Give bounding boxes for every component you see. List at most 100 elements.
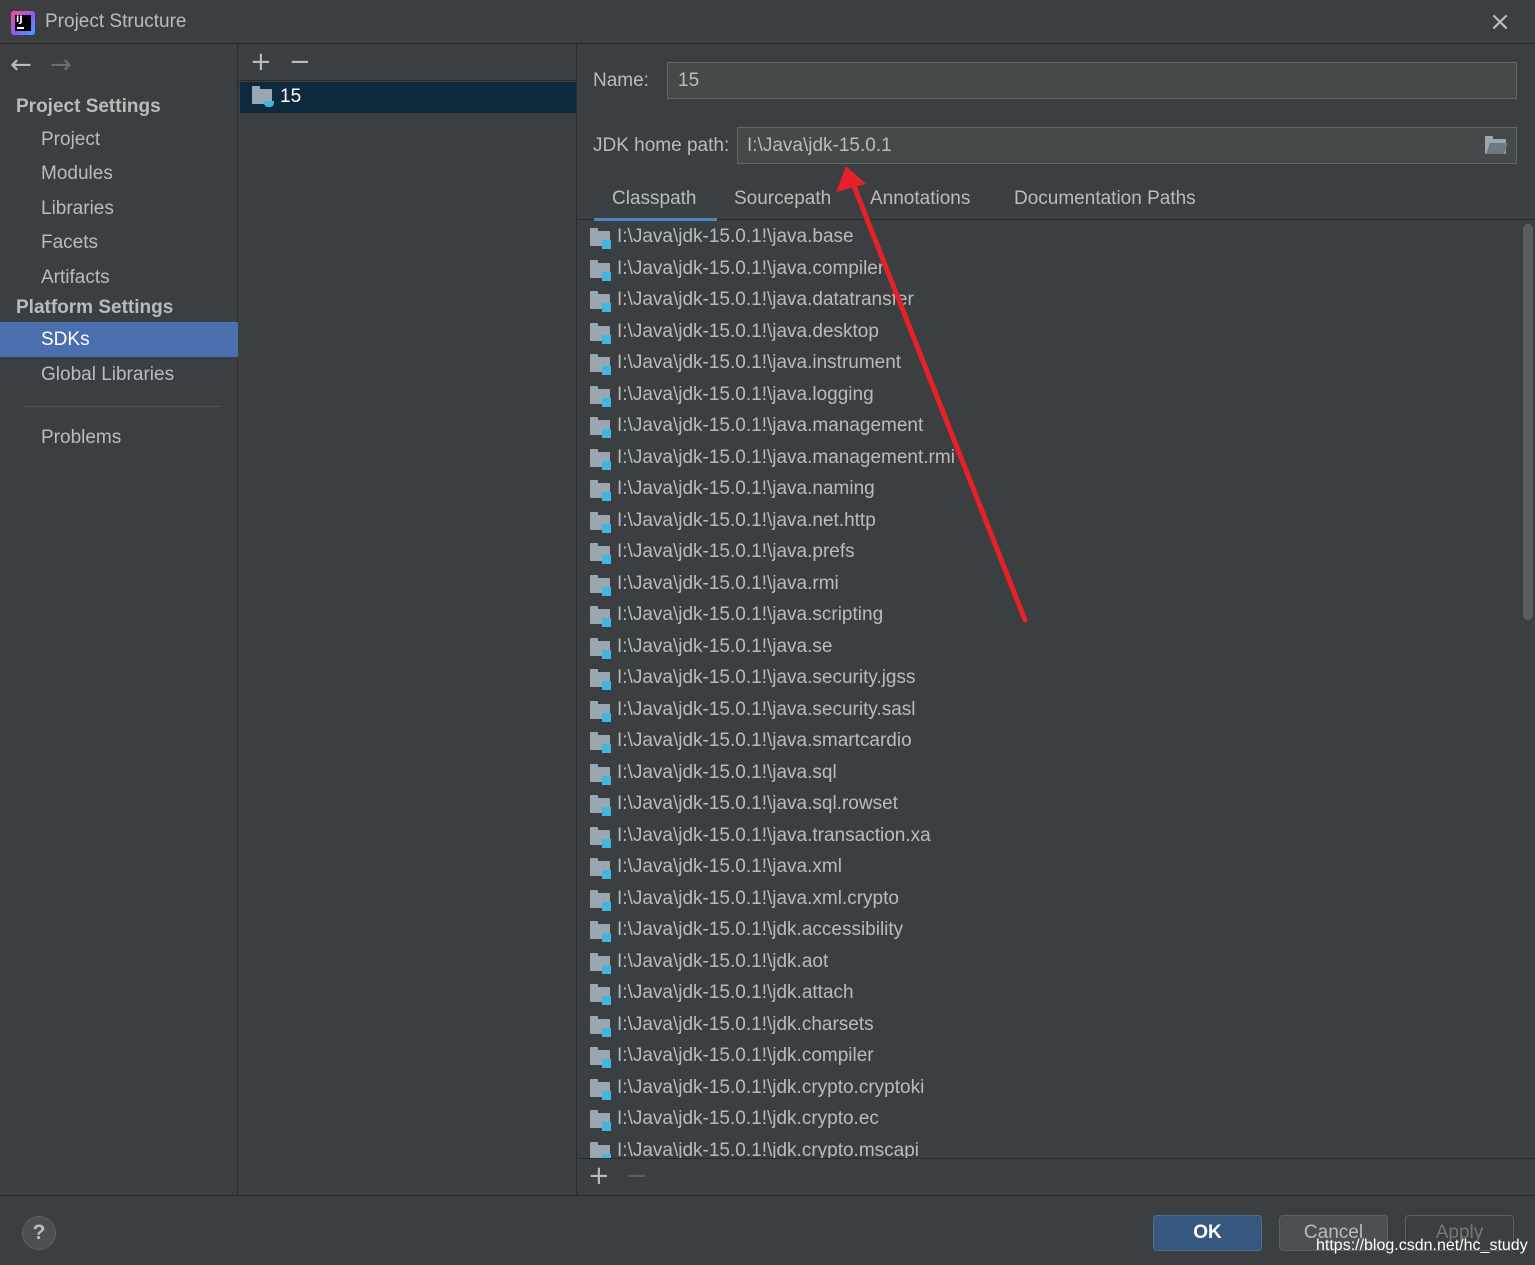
add-sdk-button[interactable]: +	[250, 48, 272, 76]
watermark-text: https://blog.csdn.net/hc_study	[1316, 1237, 1528, 1254]
title-bar: IJ Project Structure ×	[0, 0, 1535, 44]
toolbar-divider	[239, 80, 577, 81]
folder-icon	[590, 228, 611, 249]
classpath-entry[interactable]: I:\Java\jdk-15.0.1!\java.base	[578, 222, 1518, 253]
sidebar-item-modules[interactable]: Modules	[0, 156, 238, 191]
classpath-entry[interactable]: I:\Java\jdk-15.0.1!\java.net.http	[578, 506, 1518, 537]
dialog-footer: ? OK Cancel Apply https://blog.csdn.net/…	[0, 1195, 1535, 1265]
folder-icon	[590, 637, 611, 659]
folder-icon	[590, 543, 611, 564]
classpath-entry-label: I:\Java\jdk-15.0.1!\java.logging	[617, 383, 874, 405]
sidebar-item-global-libraries[interactable]: Global Libraries	[0, 357, 238, 392]
sidebar: ← → Project Settings Project Modules Lib…	[0, 44, 238, 1195]
classpath-entry-label: I:\Java\jdk-15.0.1!\java.sql.rowset	[617, 793, 898, 814]
sdk-detail-panel: Name: 15 JDK home path: I:\Java\jdk-15.0…	[578, 44, 1535, 1195]
name-label: Name:	[593, 70, 649, 91]
folder-icon	[590, 259, 611, 281]
tab-bar: Classpath Sourcepath Annotations Documen…	[578, 180, 1535, 221]
classpath-entry[interactable]: I:\Java\jdk-15.0.1!\java.instrument	[578, 348, 1518, 379]
classpath-entry[interactable]: I:\Java\jdk-15.0.1!\java.prefs	[578, 537, 1518, 568]
classpath-entry[interactable]: I:\Java\jdk-15.0.1!\java.scripting	[578, 600, 1518, 631]
classpath-entry-label: I:\Java\jdk-15.0.1!\jdk.accessibility	[617, 919, 904, 940]
classpath-entry[interactable]: I:\Java\jdk-15.0.1!\java.se	[578, 632, 1518, 663]
classpath-entry[interactable]: I:\Java\jdk-15.0.1!\jdk.accessibility	[578, 915, 1518, 946]
folder-icon	[590, 480, 611, 501]
jdk-folder-icon	[252, 86, 274, 107]
sidebar-divider	[24, 406, 222, 407]
classpath-entry[interactable]: I:\Java\jdk-15.0.1!\jdk.crypto.mscapi	[578, 1136, 1518, 1158]
classpath-entry[interactable]: I:\Java\jdk-15.0.1!\java.xml	[578, 852, 1518, 883]
sdk-list-item[interactable]: 15	[240, 82, 576, 113]
classpath-entry[interactable]: I:\Java\jdk-15.0.1!\java.desktop	[578, 317, 1518, 348]
classpath-entry-label: I:\Java\jdk-15.0.1!\java.base	[617, 226, 854, 247]
folder-icon	[590, 1110, 611, 1131]
classpath-entry-label: I:\Java\jdk-15.0.1!\java.rmi	[617, 572, 839, 594]
help-button[interactable]: ?	[22, 1216, 56, 1250]
folder-icon	[590, 448, 611, 470]
tab-sourcepath[interactable]: Sourcepath	[734, 188, 831, 218]
remove-classpath-button[interactable]: −	[626, 1162, 648, 1190]
classpath-entry[interactable]: I:\Java\jdk-15.0.1!\java.logging	[578, 380, 1518, 411]
sidebar-item-sdks[interactable]: SDKs	[0, 322, 238, 357]
folder-icon	[590, 700, 611, 722]
classpath-entry[interactable]: I:\Java\jdk-15.0.1!\jdk.aot	[578, 947, 1518, 978]
classpath-entry[interactable]: I:\Java\jdk-15.0.1!\jdk.compiler	[578, 1041, 1518, 1072]
sidebar-item-project[interactable]: Project	[0, 122, 238, 157]
classpath-entry-label: I:\Java\jdk-15.0.1!\java.transaction.xa	[617, 824, 931, 846]
classpath-entry-label: I:\Java\jdk-15.0.1!\java.instrument	[617, 352, 902, 373]
classpath-entry-label: I:\Java\jdk-15.0.1!\java.desktop	[617, 320, 879, 342]
classpath-entry-label: I:\Java\jdk-15.0.1!\jdk.crypto.cryptoki	[617, 1076, 925, 1098]
classpath-entry-label: I:\Java\jdk-15.0.1!\java.xml	[617, 856, 842, 877]
classpath-entry[interactable]: I:\Java\jdk-15.0.1!\java.sql.rowset	[578, 789, 1518, 820]
classpath-entry[interactable]: I:\Java\jdk-15.0.1!\java.management.rmi	[578, 443, 1518, 474]
classpath-scrollbar[interactable]	[1523, 224, 1533, 620]
name-input[interactable]: 15	[667, 62, 1517, 99]
classpath-entry-label: I:\Java\jdk-15.0.1!\java.prefs	[617, 541, 855, 562]
classpath-entry[interactable]: I:\Java\jdk-15.0.1!\jdk.charsets	[578, 1010, 1518, 1041]
tab-documentation-paths[interactable]: Documentation Paths	[1014, 188, 1196, 218]
folder-icon	[590, 606, 611, 627]
classpath-entry[interactable]: I:\Java\jdk-15.0.1!\java.sql	[578, 758, 1518, 789]
close-icon[interactable]: ×	[1487, 9, 1513, 35]
folder-icon	[590, 385, 611, 407]
sidebar-item-libraries[interactable]: Libraries	[0, 191, 238, 226]
folder-icon	[590, 574, 611, 596]
classpath-entry-label: I:\Java\jdk-15.0.1!\java.smartcardio	[617, 730, 912, 751]
back-arrow-icon[interactable]: ←	[10, 52, 32, 78]
classpath-entry[interactable]: I:\Java\jdk-15.0.1!\jdk.attach	[578, 978, 1518, 1009]
sidebar-item-problems[interactable]: Problems	[0, 420, 238, 455]
classpath-entry[interactable]: I:\Java\jdk-15.0.1!\java.rmi	[578, 569, 1518, 600]
forward-arrow-icon[interactable]: →	[50, 52, 72, 78]
classpath-entry[interactable]: I:\Java\jdk-15.0.1!\java.management	[578, 411, 1518, 442]
tab-annotations[interactable]: Annotations	[870, 188, 970, 218]
classpath-entry-label: I:\Java\jdk-15.0.1!\java.security.jgss	[617, 667, 916, 688]
classpath-list[interactable]: I:\Java\jdk-15.0.1!\java.base I:\Java\jdk…	[578, 221, 1522, 1158]
sidebar-item-artifacts[interactable]: Artifacts	[0, 260, 238, 295]
classpath-entry-label: I:\Java\jdk-15.0.1!\java.compiler	[617, 257, 885, 279]
sidebar-item-facets[interactable]: Facets	[0, 225, 238, 260]
classpath-entry[interactable]: I:\Java\jdk-15.0.1!\jdk.crypto.cryptoki	[578, 1073, 1518, 1104]
classpath-entry[interactable]: I:\Java\jdk-15.0.1!\java.security.sasl	[578, 695, 1518, 726]
classpath-entry[interactable]: I:\Java\jdk-15.0.1!\java.smartcardio	[578, 726, 1518, 757]
classpath-entry-label: I:\Java\jdk-15.0.1!\java.scripting	[617, 604, 884, 625]
folder-icon	[590, 511, 611, 533]
classpath-entry-label: I:\Java\jdk-15.0.1!\jdk.aot	[617, 950, 829, 972]
folder-icon	[590, 322, 611, 344]
classpath-entry[interactable]: I:\Java\jdk-15.0.1!\java.transaction.xa	[578, 821, 1518, 852]
open-folder-icon[interactable]	[1485, 136, 1506, 154]
add-classpath-button[interactable]: +	[588, 1162, 610, 1190]
classpath-entry[interactable]: I:\Java\jdk-15.0.1!\java.security.jgss	[578, 663, 1518, 694]
classpath-entry-label: I:\Java\jdk-15.0.1!\java.security.sasl	[617, 698, 916, 720]
folder-icon	[590, 889, 611, 911]
ok-button[interactable]: OK	[1153, 1215, 1262, 1251]
classpath-entry[interactable]: I:\Java\jdk-15.0.1!\java.datatransfer	[578, 285, 1518, 316]
jdk-home-path-input[interactable]: I:\Java\jdk-15.0.1	[737, 127, 1517, 164]
tab-classpath[interactable]: Classpath	[594, 188, 717, 221]
folder-icon	[590, 417, 611, 438]
classpath-entry[interactable]: I:\Java\jdk-15.0.1!\java.xml.crypto	[578, 884, 1518, 915]
classpath-entry[interactable]: I:\Java\jdk-15.0.1!\java.naming	[578, 474, 1518, 505]
window-title: Project Structure	[45, 11, 187, 32]
remove-sdk-button[interactable]: −	[289, 48, 311, 76]
classpath-entry[interactable]: I:\Java\jdk-15.0.1!\java.compiler	[578, 254, 1518, 285]
classpath-entry[interactable]: I:\Java\jdk-15.0.1!\jdk.crypto.ec	[578, 1104, 1518, 1135]
